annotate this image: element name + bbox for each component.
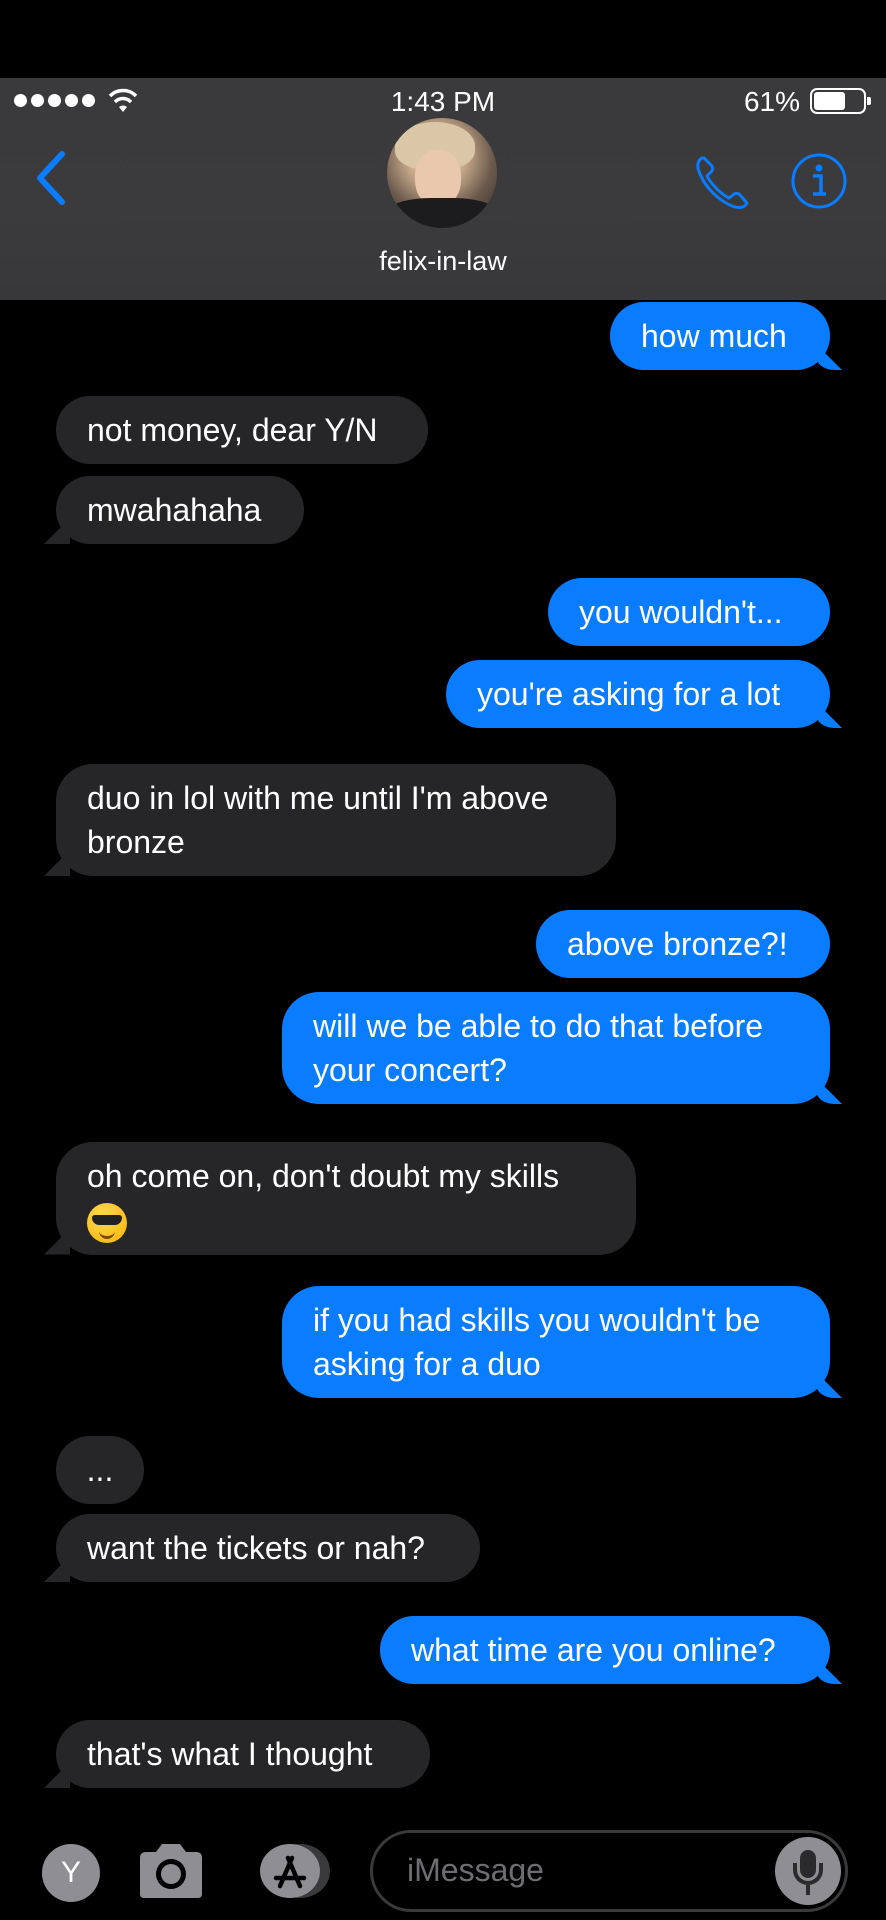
message-input[interactable]: iMessage — [370, 1830, 848, 1912]
app-store-icon[interactable] — [252, 1840, 336, 1902]
message-bubble-received[interactable]: ... — [56, 1436, 144, 1504]
app-drawer-button[interactable]: Y — [42, 1844, 100, 1902]
message-bubble-received[interactable]: want the tickets or nah? — [56, 1514, 480, 1582]
message-thread: how much not money, dear Y/N mwahahaha y… — [0, 0, 886, 1920]
message-bubble-received[interactable]: not money, dear Y/N — [56, 396, 428, 464]
message-bubble-received[interactable]: that's what I thought — [56, 1720, 430, 1788]
camera-icon[interactable] — [136, 1840, 206, 1902]
message-bubble-sent[interactable]: if you had skills you wouldn't be asking… — [282, 1286, 830, 1398]
message-bubble-sent[interactable]: what time are you online? — [380, 1616, 830, 1684]
message-text: oh come on, don't doubt my skills — [87, 1158, 560, 1194]
message-bubble-received[interactable]: mwahahaha — [56, 476, 304, 544]
message-bubble-received[interactable]: oh come on, don't doubt my skills — [56, 1142, 636, 1255]
message-bubble-sent[interactable]: above bronze?! — [536, 910, 830, 978]
message-bubble-sent[interactable]: you're asking for a lot — [446, 660, 830, 728]
message-bubble-sent[interactable]: how much — [610, 302, 830, 370]
message-bubble-sent[interactable]: will we be able to do that before your c… — [282, 992, 830, 1104]
sunglasses-emoji-icon — [87, 1202, 127, 1243]
message-composer: Y iMessage — [0, 1818, 886, 1920]
message-input-placeholder: iMessage — [407, 1852, 544, 1888]
microphone-icon[interactable] — [775, 1837, 841, 1905]
message-bubble-sent[interactable]: you wouldn't... — [548, 578, 830, 646]
message-bubble-received[interactable]: duo in lol with me until I'm above bronz… — [56, 764, 616, 876]
